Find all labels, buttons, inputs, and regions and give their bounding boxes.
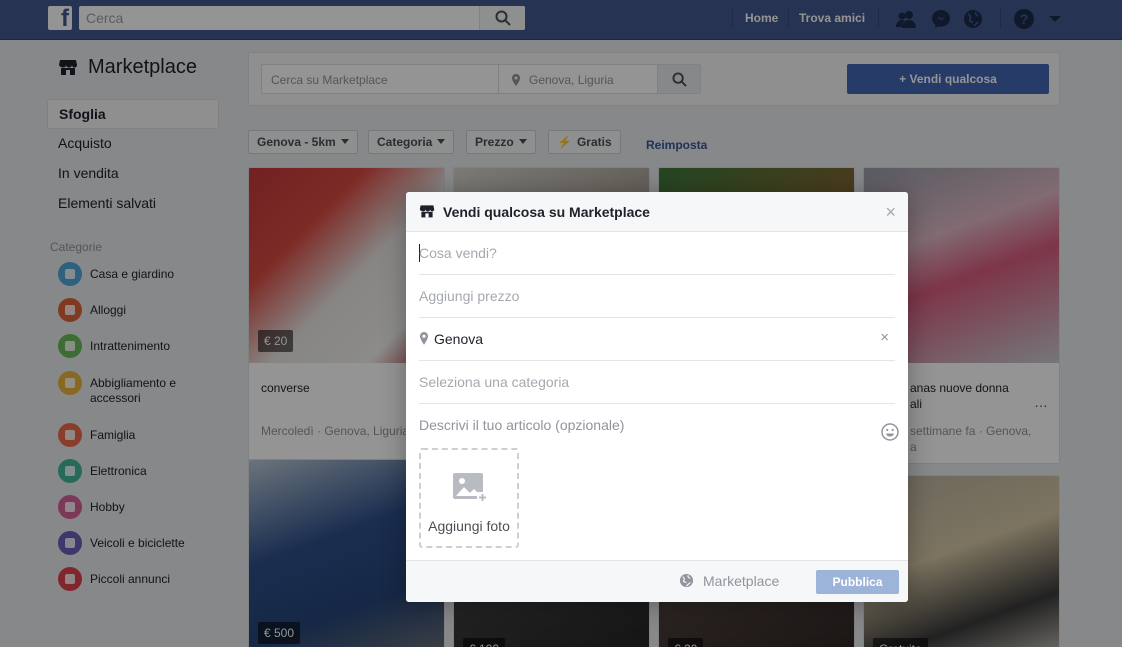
add-photo-label: Aggiungi foto xyxy=(428,518,510,534)
globe-icon xyxy=(679,573,694,588)
location-value: Genova xyxy=(434,331,484,347)
description-field[interactable]: Descrivi il tuo articolo (opzionale) xyxy=(419,417,624,433)
item-name-placeholder: Cosa vendi? xyxy=(419,245,497,261)
close-icon[interactable]: × xyxy=(885,202,896,223)
emoji-icon[interactable] xyxy=(881,423,899,441)
marketplace-shop-icon xyxy=(419,205,435,218)
location-field[interactable]: Genova × xyxy=(419,318,895,361)
add-photo-icon xyxy=(453,473,488,503)
sell-dialog: Vendi qualcosa su Marketplace × Cosa ven… xyxy=(406,192,908,602)
dialog-footer: Marketplace Pubblica xyxy=(406,560,908,602)
item-name-field[interactable]: Cosa vendi? xyxy=(419,232,895,275)
price-placeholder: Aggiungi prezzo xyxy=(419,288,520,304)
audience-label: Marketplace xyxy=(703,573,780,589)
clear-location-icon[interactable]: × xyxy=(880,329,889,346)
dialog-header: Vendi qualcosa su Marketplace × xyxy=(406,192,908,232)
category-select[interactable]: Seleziona una categoria xyxy=(419,361,895,404)
dialog-title: Vendi qualcosa su Marketplace xyxy=(443,204,650,220)
add-photo-button[interactable]: Aggiungi foto xyxy=(419,448,519,548)
publish-button[interactable]: Pubblica xyxy=(816,570,899,594)
category-placeholder: Seleziona una categoria xyxy=(419,374,570,390)
location-pin-icon xyxy=(420,332,428,345)
price-field[interactable]: Aggiungi prezzo xyxy=(419,275,895,318)
audience-selector[interactable]: Marketplace xyxy=(679,573,780,589)
